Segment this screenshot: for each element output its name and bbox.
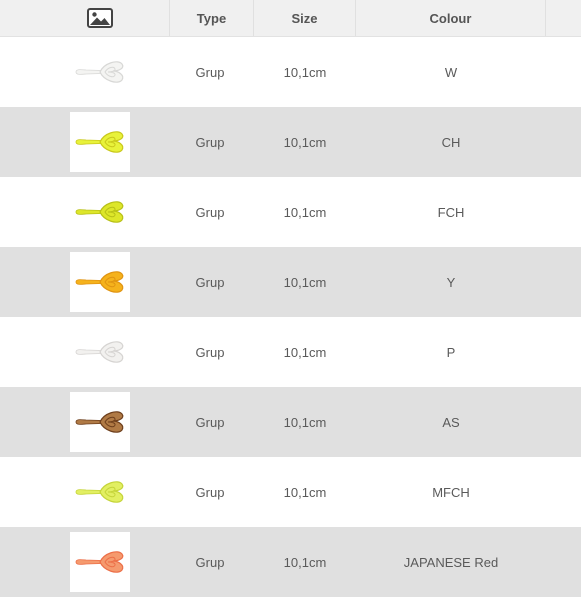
- image-column-header: [30, 0, 170, 36]
- product-thumbnail[interactable]: [70, 182, 130, 242]
- table-row[interactable]: Grup 10,1cm P: [0, 317, 581, 387]
- product-image-cell[interactable]: [70, 457, 130, 527]
- lure-image: [75, 61, 124, 83]
- lure-image: [75, 481, 124, 503]
- type-cell: Grup: [195, 204, 225, 220]
- colour-cell: W: [444, 64, 458, 80]
- type-column-header: Type: [170, 0, 254, 36]
- table-row[interactable]: Grup 10,1cm CH: [0, 107, 581, 177]
- size-cell: 10,1cm: [283, 64, 327, 80]
- colour-column-header: Colour: [356, 0, 546, 36]
- type-cell: Grup: [195, 274, 225, 290]
- colour-cell: CH: [441, 134, 461, 150]
- product-image-cell[interactable]: [70, 177, 130, 247]
- size-cell: 10,1cm: [283, 344, 327, 360]
- product-thumbnail[interactable]: [70, 322, 130, 382]
- table-row[interactable]: Grup 10,1cm W: [0, 37, 581, 107]
- product-image-cell[interactable]: [70, 247, 130, 317]
- size-column-header: Size: [254, 0, 356, 36]
- product-image-cell[interactable]: [70, 37, 130, 107]
- table-row[interactable]: Grup 10,1cm JAPANESE Red: [0, 527, 581, 597]
- colour-cell: FCH: [437, 204, 465, 220]
- type-cell: Grup: [195, 134, 225, 150]
- product-image-cell[interactable]: [70, 107, 130, 177]
- product-variants-table: Type Size Colour Grup 10,1cm W Grup 10,1cm CH…: [0, 0, 581, 597]
- product-thumbnail[interactable]: [70, 462, 130, 522]
- product-image-cell[interactable]: [70, 527, 130, 597]
- colour-cell: AS: [442, 414, 460, 430]
- lure-image: [75, 341, 124, 363]
- table-row[interactable]: Grup 10,1cm FCH: [0, 177, 581, 247]
- size-cell: 10,1cm: [283, 484, 327, 500]
- type-cell: Grup: [195, 414, 225, 430]
- type-cell: Grup: [195, 344, 225, 360]
- lure-image: [75, 551, 124, 573]
- type-cell: Grup: [195, 484, 225, 500]
- size-cell: 10,1cm: [283, 134, 327, 150]
- lure-image: [75, 131, 124, 153]
- table-header: Type Size Colour: [0, 0, 581, 37]
- table-row[interactable]: Grup 10,1cm Y: [0, 247, 581, 317]
- product-thumbnail[interactable]: [70, 112, 130, 172]
- colour-cell: MFCH: [432, 484, 470, 500]
- type-cell: Grup: [195, 554, 225, 570]
- product-thumbnail[interactable]: [70, 42, 130, 102]
- lure-image: [75, 411, 124, 433]
- product-thumbnail[interactable]: [70, 252, 130, 312]
- size-cell: 10,1cm: [283, 274, 327, 290]
- product-thumbnail[interactable]: [70, 532, 130, 592]
- size-cell: 10,1cm: [283, 414, 327, 430]
- colour-cell: P: [446, 344, 456, 360]
- table-row[interactable]: Grup 10,1cm AS: [0, 387, 581, 457]
- lure-image: [75, 201, 124, 223]
- lure-image: [75, 271, 124, 293]
- product-thumbnail[interactable]: [70, 392, 130, 452]
- size-cell: 10,1cm: [283, 204, 327, 220]
- table-row[interactable]: Grup 10,1cm MFCH: [0, 457, 581, 527]
- type-cell: Grup: [195, 64, 225, 80]
- colour-cell: JAPANESE Red: [403, 554, 499, 570]
- colour-cell: Y: [446, 274, 456, 290]
- size-cell: 10,1cm: [283, 554, 327, 570]
- product-image-cell[interactable]: [70, 387, 130, 457]
- product-image-cell[interactable]: [70, 317, 130, 387]
- table-body: Grup 10,1cm W Grup 10,1cm CH Grup 10,1cm FCH Grup…: [0, 37, 581, 597]
- image-icon: [86, 8, 113, 28]
